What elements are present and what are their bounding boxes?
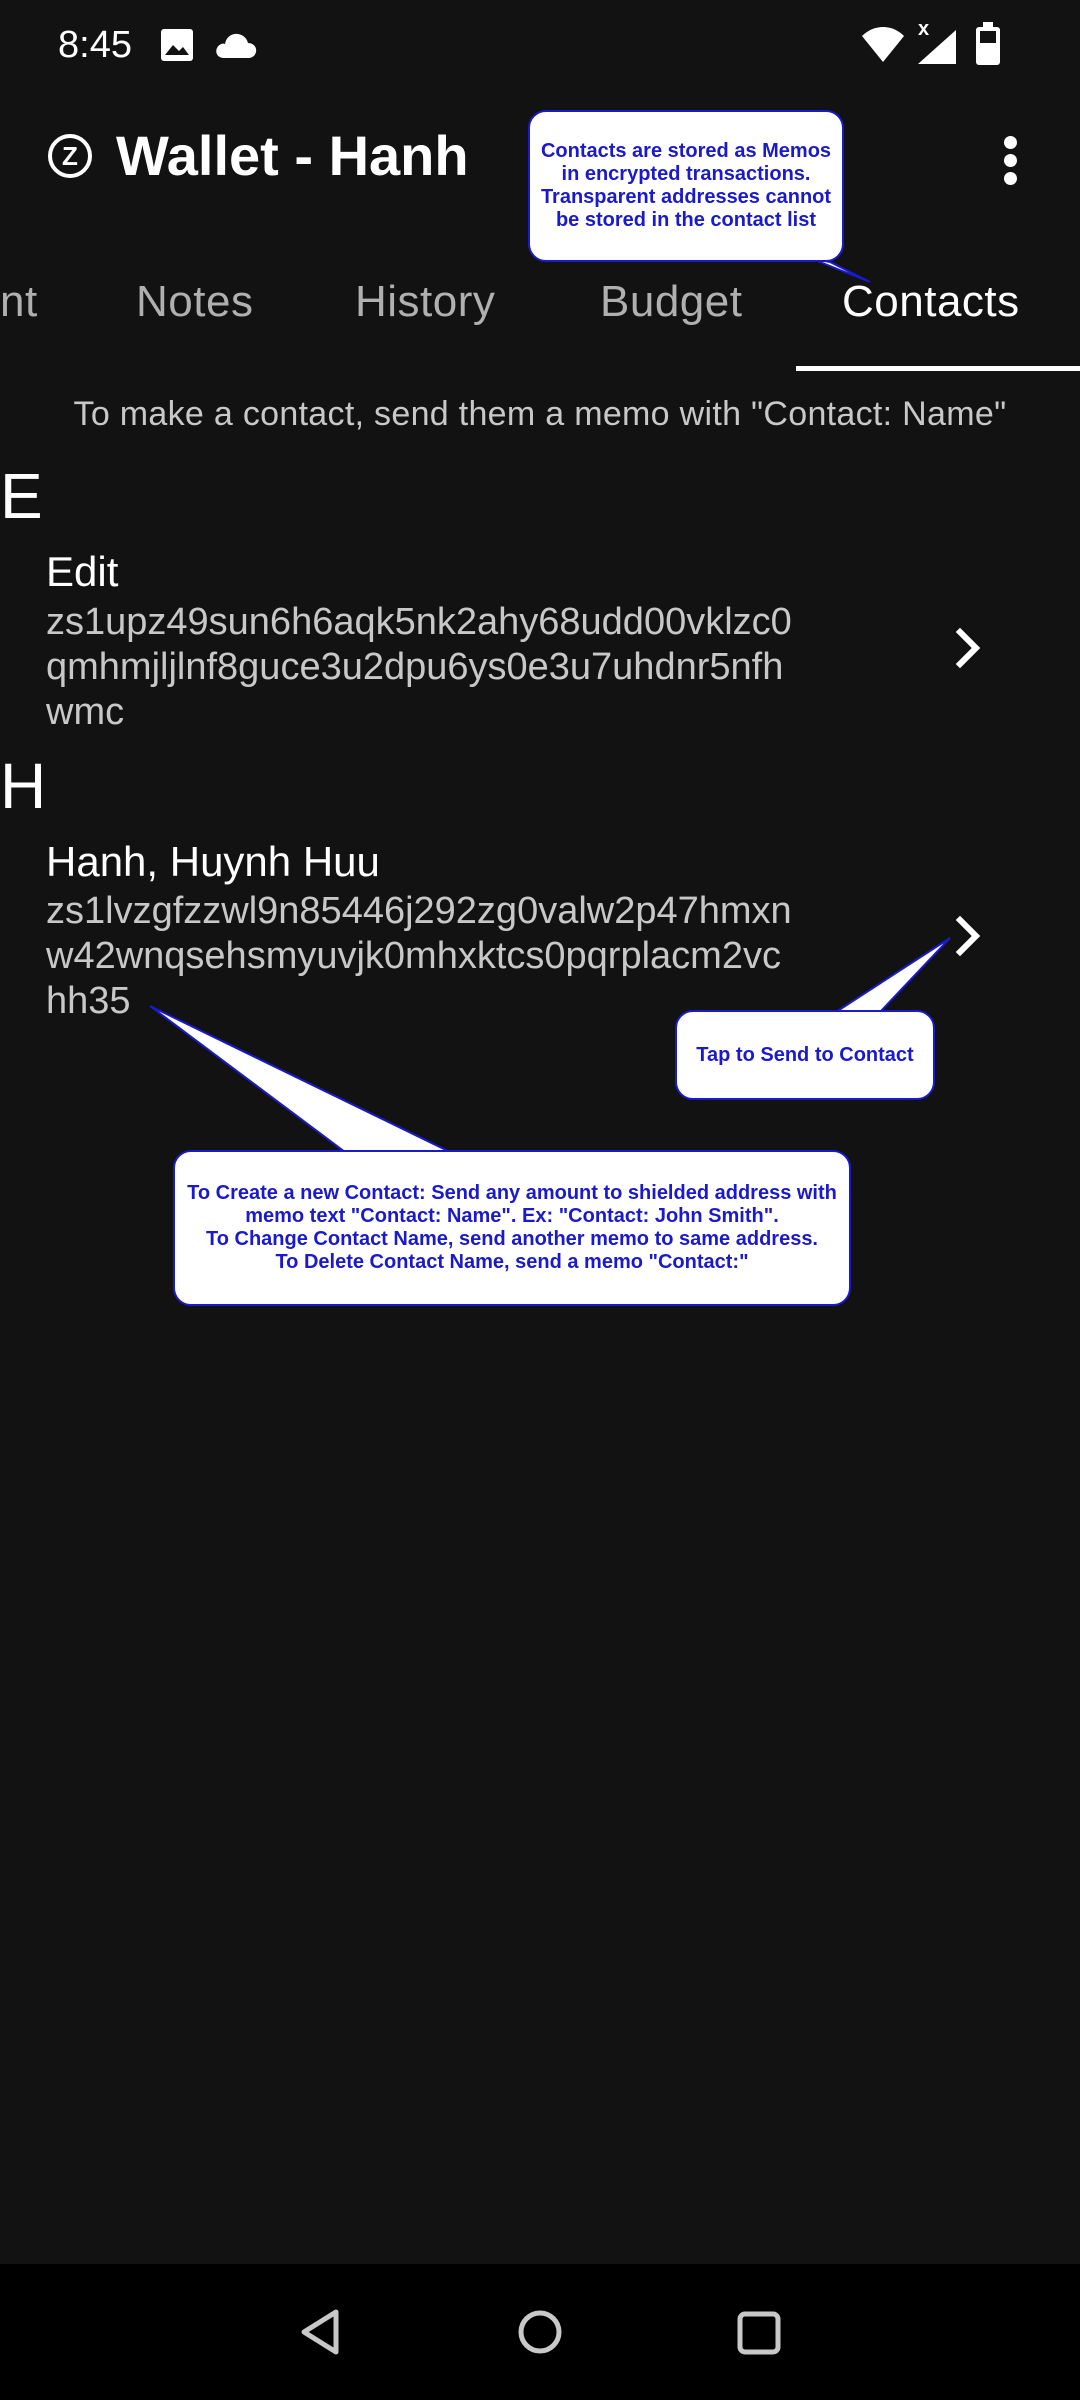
signal-icon	[918, 30, 956, 64]
callout-tap-to-send: Tap to Send to Contact	[675, 1010, 935, 1100]
chevron-right-icon[interactable]	[948, 626, 988, 670]
app-logo-letter: Z	[62, 141, 78, 171]
chevron-right-icon[interactable]	[948, 914, 988, 958]
tab-contacts[interactable]: Contacts	[842, 272, 1020, 332]
contact-name: Hanh, Huynh Huu	[46, 838, 380, 885]
section-header-e: E	[0, 460, 43, 532]
callout-contacts-memo: Contacts are stored as Memos in encrypte…	[528, 110, 844, 262]
home-icon[interactable]	[516, 2308, 564, 2356]
wifi-icon	[862, 27, 904, 62]
callout-create-contact: To Create a new Contact: Send any amount…	[173, 1150, 851, 1306]
contacts-hint: To make a contact, send them a memo with…	[73, 395, 1007, 433]
tab-budget[interactable]: Budget	[600, 272, 742, 332]
battery-icon	[976, 22, 1000, 65]
tab-receive-partial[interactable]: nt	[0, 272, 38, 332]
tab-notes[interactable]: Notes	[136, 272, 253, 332]
system-nav-bar	[0, 2264, 1080, 2400]
tab-indicator	[796, 366, 1080, 371]
more-vert-icon[interactable]	[996, 130, 1026, 186]
back-icon[interactable]	[298, 2308, 346, 2356]
app-title: Wallet - Hanh	[116, 124, 469, 187]
recents-icon[interactable]	[736, 2310, 782, 2356]
image-icon	[161, 29, 193, 61]
status-time: 8:45	[58, 24, 132, 66]
contact-name: Edit	[46, 548, 119, 595]
contact-address: zs1lvzgfzzwl9n85446j292zg0valw2p47hmxn w…	[46, 890, 792, 1022]
contact-address: zs1upz49sun6h6aqk5nk2ahy68udd00vklzc0 qm…	[46, 601, 792, 733]
section-header-h: H	[0, 750, 47, 822]
app-logo: Z	[48, 134, 92, 178]
cloud-icon	[216, 33, 257, 58]
tab-history[interactable]: History	[355, 272, 495, 332]
